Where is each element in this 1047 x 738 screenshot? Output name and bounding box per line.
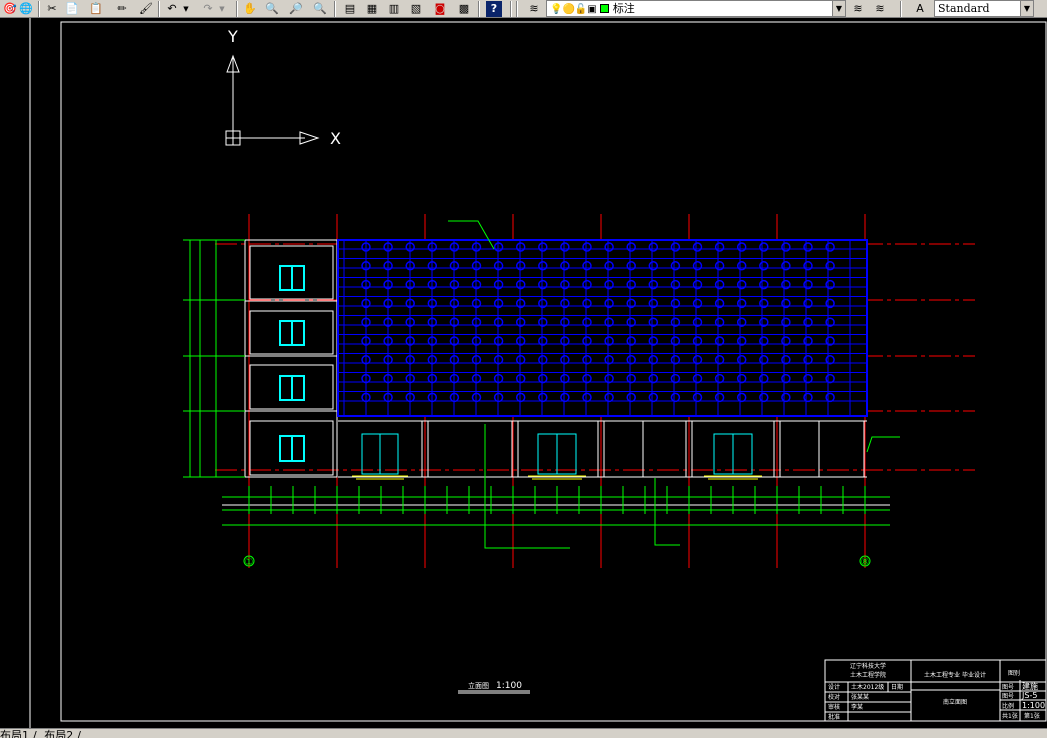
toolbar-separator	[510, 1, 512, 17]
chevron-down-icon[interactable]: ▼	[1020, 1, 1033, 16]
toolbar-separator	[478, 1, 480, 17]
copy-icon[interactable]: 📄	[64, 1, 80, 17]
tb-category: 建施	[1022, 681, 1038, 691]
tb-school-line1: 辽宁科技大学	[850, 662, 886, 670]
calculator-icon[interactable]: ▩	[456, 1, 472, 17]
entrance-doors	[361, 433, 753, 475]
chevron-down-icon[interactable]: ▼	[832, 1, 845, 16]
tb-scale-label: 比例	[1002, 702, 1014, 710]
tb-school-line2: 土木工程学院	[850, 671, 886, 679]
tb-scale: 1:100	[1022, 701, 1045, 710]
properties-icon[interactable]: ▤	[342, 1, 358, 17]
tb-drawing-no-label: 图号	[1002, 693, 1014, 700]
undo-icon[interactable]: ↶	[164, 1, 180, 17]
tb-student: 张某某	[851, 693, 869, 701]
ucs-x-label: X	[330, 129, 341, 148]
tb-advisor: 李某	[851, 703, 863, 711]
tb-project: 土木工程专业 毕业设计	[924, 671, 986, 679]
text-style-name: Standard	[938, 2, 990, 15]
layout-tab-2[interactable]: 布局2	[44, 729, 77, 738]
toolbar-separator	[38, 1, 40, 17]
help-icon[interactable]: ?	[486, 1, 502, 17]
tb-label-right: 图别	[1008, 669, 1020, 677]
tb-sheet-no: 第1张	[1024, 712, 1040, 720]
layer-state-icons: 💡🟡🔓▣	[550, 4, 597, 15]
redo-icon[interactable]: ↷	[200, 1, 216, 17]
tb-drawing-no: JS-5	[1021, 691, 1037, 700]
toolbar-separator	[158, 1, 160, 17]
tb-role-4: 批准	[828, 713, 840, 721]
zoom-previous-icon[interactable]: 🔍	[312, 1, 328, 17]
toolbar-separator	[516, 1, 518, 17]
layer-name: 标注	[612, 2, 635, 15]
layer-previous-icon[interactable]: ≋	[850, 1, 866, 17]
tb-sheets: 共1张	[1002, 712, 1018, 720]
tab-separator: /	[33, 729, 37, 738]
brush-icon[interactable]: 🖌	[138, 1, 154, 17]
markup-icon[interactable]: ◙	[432, 1, 448, 17]
ucs-icon	[225, 54, 320, 146]
pencil-icon[interactable]: ✏	[114, 1, 130, 17]
layer-manager-icon[interactable]: ≋	[526, 1, 542, 17]
text-style-icon[interactable]: A	[912, 1, 928, 17]
layer-color-swatch	[600, 4, 610, 13]
grid-label-start: ①	[245, 557, 254, 568]
cut-icon[interactable]: ✂	[44, 1, 60, 17]
redo-dropdown-icon[interactable]: ▼	[218, 1, 226, 17]
curtain-wall	[337, 239, 868, 417]
ucs-y-label: Y	[227, 27, 238, 46]
tool-palettes-icon[interactable]: ▥	[386, 1, 402, 17]
tb-role-2: 校对	[828, 693, 840, 701]
sheet-set-icon[interactable]: ▧	[408, 1, 424, 17]
drawing-scale: 1:100	[496, 681, 522, 691]
tb-role-1: 设计	[828, 683, 840, 691]
publish-icon[interactable]: 🌐	[18, 1, 34, 17]
layer-dropdown[interactable]: 💡🟡🔓▣ 标注 ▼	[546, 0, 846, 17]
zoom-realtime-icon[interactable]: 🔍	[264, 1, 280, 17]
standard-toolbar: 🎯 🌐 ✂ 📄 📋 ✏ 🖌 ↶ ▼ ↷ ▼ ✋ 🔍 🔎 🔍 ▤ ▦ ▥ ▧ ◙ …	[0, 0, 1047, 18]
toolbar-separator	[236, 1, 238, 17]
paste-icon[interactable]: 📋	[88, 1, 104, 17]
pan-icon[interactable]: ✋	[242, 1, 258, 17]
drawing-canvas[interactable]: Y X ① ⑧ 立面图 1:100 辽宁科技大学 土木工程学院 土木工程专业 毕…	[0, 18, 1047, 728]
layout-tabs: 布局1/ 布局2/	[0, 728, 1047, 738]
tab-separator: /	[77, 729, 81, 738]
toolbar-separator	[900, 1, 902, 17]
design-center-icon[interactable]: ▦	[364, 1, 380, 17]
tb-drawing-name: 南立面图	[943, 698, 967, 706]
tb-role-3: 审核	[828, 703, 840, 711]
tb-category-label: 图号	[1002, 684, 1014, 691]
toolbar-separator	[334, 1, 336, 17]
building-windows	[279, 265, 305, 462]
undo-dropdown-icon[interactable]: ▼	[182, 1, 190, 17]
grid-label-end: ⑧	[861, 557, 870, 568]
layer-walk-icon[interactable]: ≋	[872, 1, 888, 17]
drawing-svg: Y X ① ⑧ 立面图 1:100 辽宁科技大学 土木工程学院 土木工程专业 毕…	[29, 18, 1047, 728]
match-properties-icon[interactable]: 🎯	[2, 1, 18, 17]
zoom-window-icon[interactable]: 🔎	[288, 1, 304, 17]
tb-class: 土木2012级	[851, 683, 884, 691]
drawing-caption: 立面图	[468, 681, 489, 690]
text-style-dropdown[interactable]: Standard ▼	[934, 0, 1034, 17]
tb-date: 日期	[891, 683, 903, 691]
layout-tab-1[interactable]: 布局1	[0, 729, 33, 738]
